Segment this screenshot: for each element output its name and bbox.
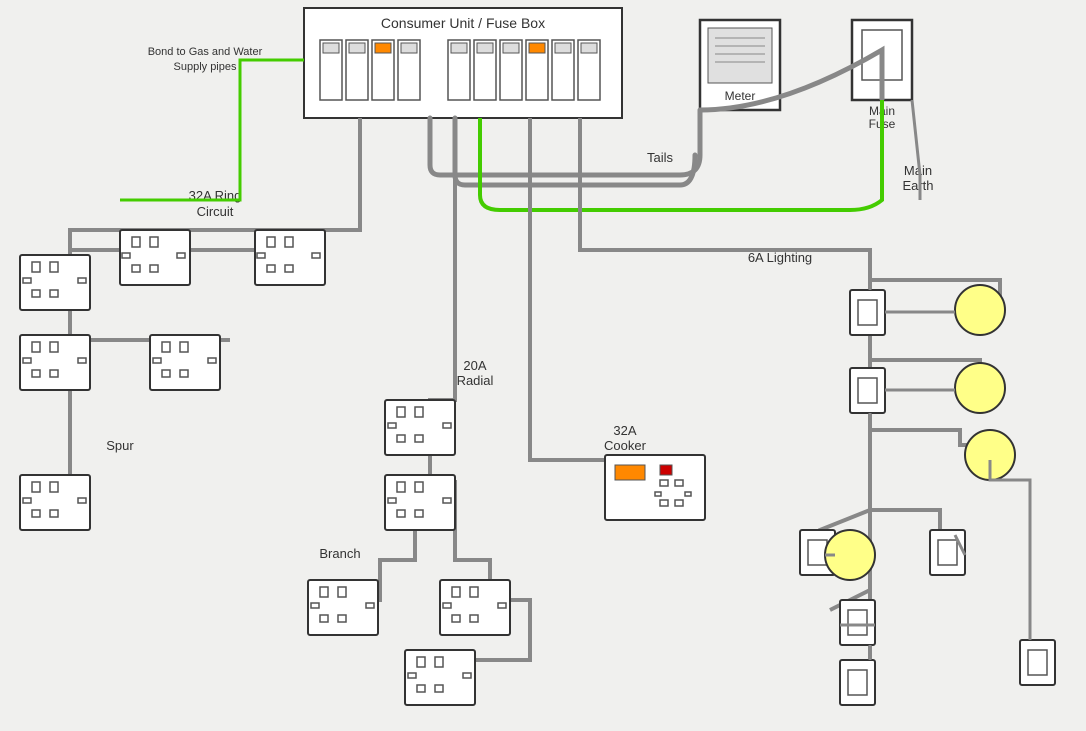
cooker-label2: Cooker [604, 438, 647, 453]
radial-label: 20A [463, 358, 486, 373]
light-bulb-1 [955, 285, 1005, 335]
main-earth-label2: Earth [902, 178, 933, 193]
ring-circuit-label2: Circuit [197, 204, 234, 219]
light-switch-6 [840, 660, 875, 705]
bond-label: Bond to Gas and Water [148, 46, 263, 58]
branch-label: Branch [319, 546, 360, 561]
radial-label2: Radial [457, 373, 494, 388]
lighting-label: 6A Lighting [748, 250, 812, 265]
light-switch-1 [850, 290, 885, 335]
spur-label: Spur [106, 438, 134, 453]
bond-label2: Supply pipes [174, 61, 237, 73]
light-switch-4 [930, 530, 965, 575]
consumer-unit-title: Consumer Unit / Fuse Box [381, 15, 545, 31]
light-switch-7 [1020, 640, 1055, 685]
cooker-label: 32A [613, 423, 636, 438]
light-switch-2 [850, 368, 885, 413]
light-switch-5 [840, 600, 875, 645]
light-bulb-2 [955, 363, 1005, 413]
tails-label: Tails [647, 150, 674, 165]
meter-label: Meter [725, 89, 756, 103]
